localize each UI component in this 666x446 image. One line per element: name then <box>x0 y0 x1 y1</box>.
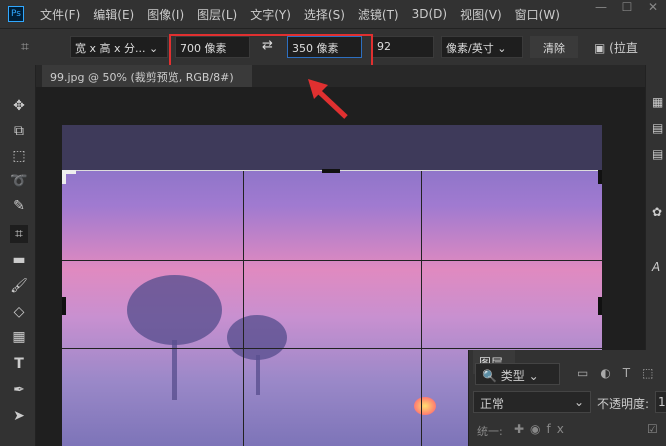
opacity-input[interactable]: 10 <box>655 391 666 413</box>
type-icon[interactable]: A <box>652 260 660 274</box>
crop-tool-icon[interactable]: ⌗ <box>10 225 28 243</box>
propagate-checkbox[interactable]: ☑ <box>647 422 658 436</box>
menu-layer[interactable]: 图层(L) <box>197 6 237 23</box>
grid-line <box>62 348 602 349</box>
blend-label: 正常 <box>480 397 505 411</box>
crop-handle-left[interactable] <box>62 297 66 315</box>
lock-label: 统一: <box>477 425 503 438</box>
opacity-label: 不透明度: <box>597 397 650 411</box>
menu-image[interactable]: 图像(I) <box>147 6 184 23</box>
grid-icon[interactable]: ▦ <box>652 95 663 109</box>
minimize-button[interactable]: — <box>588 0 614 20</box>
grid-line <box>421 170 422 446</box>
document-tab[interactable]: 99.jpg @ 50% (裁剪预览, RGB/8#) × <box>42 65 252 98</box>
document-tab-label: 99.jpg @ 50% (裁剪预览, RGB/8#) <box>50 71 234 84</box>
blend-mode-select[interactable]: 正常 ⌄ <box>473 391 591 413</box>
crop-handle-corner[interactable] <box>62 170 66 184</box>
filter-label: 类型 <box>500 369 525 383</box>
pen-tool-icon[interactable]: ✒ <box>10 381 28 399</box>
unit-label: 像素/英寸 <box>446 42 494 55</box>
eraser-tool-icon[interactable]: ◇ <box>10 303 28 321</box>
straighten-label: 拉直 <box>613 41 638 55</box>
layer-filter-select[interactable]: 🔍 类型 ⌄ <box>475 363 560 385</box>
unify-icons[interactable]: ✚◉fx <box>514 422 570 436</box>
menu-3d[interactable]: 3D(D) <box>412 7 447 21</box>
path-select-tool-icon[interactable]: ➤ <box>10 407 28 425</box>
straighten-button[interactable]: ▣ (拉直 <box>594 39 638 56</box>
properties-icon[interactable]: ▤ <box>652 121 663 135</box>
resolution-input[interactable]: 92 <box>372 36 434 58</box>
list-icon[interactable]: ▤ <box>652 147 663 161</box>
brush-settings-icon[interactable]: ✿ <box>652 205 662 219</box>
crop-handle-top[interactable] <box>322 169 340 173</box>
sun <box>414 397 436 415</box>
clear-button[interactable]: 清除 <box>530 36 578 58</box>
red-arrow-icon <box>308 79 348 119</box>
cropped-out-area <box>62 125 602 170</box>
menu-select[interactable]: 选择(S) <box>304 6 345 23</box>
menu-view[interactable]: 视图(V) <box>460 6 502 23</box>
move-tool-icon[interactable]: ✥ <box>10 97 28 115</box>
menu-file[interactable]: 文件(F) <box>40 6 80 23</box>
ruler-tool-icon[interactable]: ▬ <box>10 251 28 269</box>
crop-tool-icon[interactable]: ⌗ <box>16 38 34 56</box>
ratio-select[interactable]: 宽 x 高 x 分... ⌄ <box>70 36 168 58</box>
menu-filter[interactable]: 滤镜(T) <box>358 6 399 23</box>
artboard-tool-icon[interactable]: ⧉ <box>10 122 28 140</box>
menu-bar: Ps 文件(F) 编辑(E) 图像(I) 图层(L) 文字(Y) 选择(S) 滤… <box>0 0 666 28</box>
crop-handle-corner[interactable] <box>598 170 602 184</box>
unit-select[interactable]: 像素/英寸 ⌄ <box>441 36 523 58</box>
gradient-tool-icon[interactable]: ▦ <box>10 328 28 346</box>
crop-handle-right[interactable] <box>598 297 602 315</box>
highlight-box <box>169 34 373 67</box>
menu-edit[interactable]: 编辑(E) <box>93 6 134 23</box>
filter-icons[interactable]: ▭◐T⬚ <box>577 366 665 380</box>
ratio-label: 宽 x 高 x 分... <box>75 42 146 55</box>
type-tool-icon[interactable]: T <box>10 355 28 373</box>
lasso-tool-icon[interactable]: ➰ <box>10 172 28 190</box>
quick-select-tool-icon[interactable]: ✎ <box>10 197 28 215</box>
maximize-button[interactable]: ☐ <box>614 0 640 20</box>
grid-line <box>243 170 244 446</box>
photoshop-logo: Ps <box>8 6 24 22</box>
layers-panel: 图层 🔍 类型 ⌄ ▭◐T⬚ 正常⌄ 不透明度: 10 统一: ✚◉fx ☑ <box>468 350 666 446</box>
menu-type[interactable]: 文字(Y) <box>250 6 291 23</box>
menu-window[interactable]: 窗口(W) <box>515 6 560 23</box>
marquee-tool-icon[interactable]: ⬚ <box>10 147 28 165</box>
grid-line <box>62 260 602 261</box>
tools-panel: ✥ ⧉ ⬚ ➰ ✎ ⌗ ▬ 🖌 ◇ ▦ T ✒ ➤ <box>0 65 36 446</box>
close-window-button[interactable]: ✕ <box>640 0 666 20</box>
brush-tool-icon[interactable]: 🖌 <box>10 277 28 295</box>
